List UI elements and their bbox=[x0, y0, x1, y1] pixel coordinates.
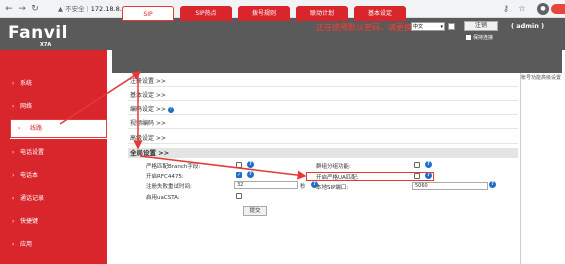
group-listen-checkbox[interactable] bbox=[414, 162, 420, 168]
section-basic-settings[interactable]: 基本设定 >> bbox=[130, 90, 166, 99]
divider bbox=[128, 128, 518, 129]
tab-sip-hotspot[interactable]: SIP热点 bbox=[180, 6, 232, 21]
language-value: 中文 bbox=[413, 24, 424, 30]
chevron-right-icon: › bbox=[12, 149, 15, 156]
keep-login-option[interactable]: 保持连接 bbox=[466, 34, 493, 41]
sidebar-item-function-keys[interactable]: › 快捷键 bbox=[0, 212, 107, 232]
uacsta-checkbox[interactable] bbox=[236, 193, 242, 199]
right-help-panel bbox=[520, 73, 565, 264]
sidebar-item-label: 电话本 bbox=[20, 172, 39, 179]
back-arrow-icon[interactable]: ← bbox=[3, 3, 15, 15]
divider bbox=[128, 143, 518, 144]
admin-label: ( admin ) bbox=[511, 22, 545, 30]
sidebar-item-apps[interactable]: › 应用 bbox=[0, 235, 107, 255]
tab-bar bbox=[112, 50, 562, 73]
strict-branch-label: 严格匹配Branch字段: bbox=[146, 164, 201, 170]
star-icon[interactable]: ☆ bbox=[516, 3, 528, 15]
key-icon[interactable]: ⚷ bbox=[500, 3, 512, 15]
sidebar-item-label: 快捷键 bbox=[20, 218, 39, 225]
divider bbox=[128, 100, 518, 101]
address-separator: | bbox=[86, 5, 89, 13]
help-icon[interactable]: ? bbox=[425, 161, 432, 168]
sidebar-item-call-log[interactable]: › 通话记录 bbox=[0, 189, 107, 209]
divider bbox=[128, 86, 518, 87]
sidebar-item-network[interactable]: › 网络 bbox=[0, 97, 107, 117]
model-label: X7A bbox=[40, 42, 52, 48]
section-advanced-settings[interactable]: 高级设定 >> bbox=[130, 133, 166, 142]
chevron-right-icon: › bbox=[12, 218, 15, 225]
tab-action-plan[interactable]: 联动计划 bbox=[296, 6, 348, 21]
security-warning-label: 不安全 bbox=[65, 5, 85, 13]
sidebar-item-system[interactable]: › 系统 bbox=[0, 74, 107, 94]
chevron-right-icon: › bbox=[12, 103, 15, 110]
keep-login-checkbox[interactable] bbox=[466, 35, 471, 40]
tab-basic-settings[interactable]: 基本设定 bbox=[354, 6, 406, 21]
reg-retry-input[interactable]: 32 bbox=[234, 181, 298, 189]
group-listen-label: 群组分组功能: bbox=[316, 164, 351, 170]
submit-button[interactable]: 提交 bbox=[243, 206, 267, 216]
chevron-down-icon: ▾ bbox=[440, 24, 443, 30]
section-codec-settings[interactable]: 编码设定 >>? bbox=[130, 104, 174, 113]
section-label: 注册设置 >> bbox=[130, 78, 166, 85]
section-label: 编码设定 >> bbox=[130, 106, 166, 113]
sidebar-item-phonebook[interactable]: › 电话本 bbox=[0, 166, 107, 186]
help-icon[interactable]: ? bbox=[247, 161, 254, 168]
divider bbox=[128, 114, 518, 115]
section-register-settings[interactable]: 注册设置 >> bbox=[130, 76, 166, 85]
language-checkbox[interactable] bbox=[448, 23, 455, 30]
annotation-box-strict-ua bbox=[306, 172, 434, 181]
rfc4475-checkbox[interactable]: ✓ bbox=[236, 172, 242, 178]
chevron-right-icon: › bbox=[12, 172, 15, 179]
help-icon[interactable]: ? bbox=[167, 106, 174, 113]
reg-retry-unit: 秒 bbox=[300, 184, 306, 190]
section-label: 视频编码 >> bbox=[130, 120, 166, 127]
sidebar-item-phone-settings[interactable]: › 电话设置 bbox=[0, 143, 107, 163]
fanvil-logo: Fanvil bbox=[8, 23, 68, 43]
forward-arrow-icon[interactable]: → bbox=[16, 3, 28, 15]
help-icon[interactable]: ? bbox=[247, 171, 254, 178]
chevron-right-icon: › bbox=[12, 241, 15, 248]
chevron-right-icon: › bbox=[12, 195, 15, 202]
help-icon[interactable]: ? bbox=[489, 181, 496, 188]
annotation-box-line bbox=[10, 119, 107, 138]
profile-icon[interactable]: ● bbox=[537, 3, 549, 15]
uacsta-label: 启用uaCSTA: bbox=[146, 195, 180, 201]
profile-chip[interactable] bbox=[551, 4, 565, 14]
local-sip-port-input[interactable]: 5060 bbox=[412, 182, 488, 190]
sidebar-item-label: 通话记录 bbox=[20, 195, 45, 202]
logout-button[interactable]: 注销 bbox=[464, 21, 498, 31]
default-password-warning: 正在使用默认密码，请更换 bbox=[316, 23, 412, 32]
reload-icon[interactable]: ↻ bbox=[29, 3, 41, 15]
section-video-codec[interactable]: 视频编码 >> bbox=[130, 118, 166, 127]
sidebar-item-label: 应用 bbox=[20, 241, 33, 248]
keep-login-label: 保持连接 bbox=[473, 35, 494, 41]
sidebar-item-label: 网络 bbox=[20, 103, 33, 110]
section-label: 高级设定 >> bbox=[130, 135, 166, 142]
language-select[interactable]: 中文 ▾ bbox=[411, 22, 445, 31]
sidebar-item-label: 系统 bbox=[20, 80, 33, 87]
local-sip-port-label: 本地SIP端口: bbox=[316, 185, 349, 191]
sidebar-item-label: 电话设置 bbox=[20, 149, 45, 156]
rfc4475-label: 开启RFC4475: bbox=[146, 174, 184, 180]
address-bar[interactable]: ▲ 不安全 | 172.18.8.17 bbox=[58, 3, 130, 15]
app-header: Fanvil X7A 正在使用默认密码，请更换 中文 ▾ 注销 ( admin )… bbox=[0, 18, 565, 50]
strict-branch-checkbox[interactable] bbox=[236, 162, 242, 168]
section-global-settings[interactable]: 全局设置 >> bbox=[128, 148, 518, 158]
tab-dial-rules[interactable]: 拨号规则 bbox=[238, 6, 290, 21]
tab-sip[interactable]: SIP bbox=[122, 6, 174, 21]
reg-retry-label: 注册失败重试时间: bbox=[146, 184, 192, 190]
section-label: 基本设定 >> bbox=[130, 92, 166, 99]
chevron-right-icon: › bbox=[12, 80, 15, 87]
right-help-text: 帐号功能高级设置 bbox=[521, 75, 562, 81]
